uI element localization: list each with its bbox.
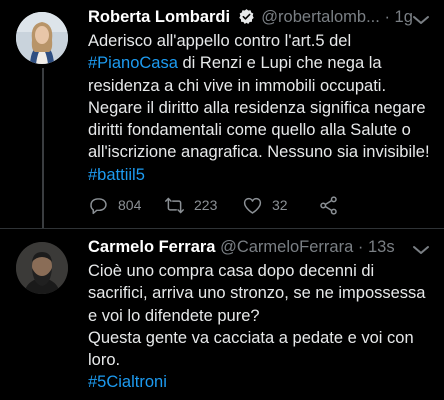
tweet-text-part: Aderisco all'appello contro l'art.5 del [88,32,352,50]
hashtag-link[interactable]: #5Cialtroni [88,371,430,393]
avatar[interactable] [16,12,68,64]
avatar-image [16,242,68,294]
tweet-text: Aderisco all'appello contro l'art.5 del … [88,30,430,186]
separator-dot: · [357,238,364,256]
separator-dot: · [384,8,390,26]
avatar-image [16,12,68,64]
hashtag-link[interactable]: #battiil5 [88,166,145,184]
tweet-actions: 804 223 32 [88,192,428,218]
avatar[interactable] [16,242,68,294]
tweet-roberta-lombardi[interactable]: Roberta Lombardi @robertalomb... · 1g Ad… [0,0,444,228]
tweet-text-line: Questa gente va cacciata a pedate e voi … [88,328,414,370]
like-button[interactable]: 32 [242,192,288,218]
hashtag-link[interactable]: #PianoCasa [88,54,178,72]
tweet-carmelo-ferrara[interactable]: Carmelo Ferrara @CarmeloFerrara · 13s Ci… [0,228,444,400]
more-options-icon[interactable] [410,242,432,256]
user-handle[interactable]: @CarmeloFerrara [220,238,353,256]
like-count: 32 [272,197,288,213]
tweet-header: Roberta Lombardi @robertalomb... · 1g [88,6,428,28]
share-icon [320,195,337,215]
user-handle[interactable]: @robertalomb... [261,8,380,26]
heart-icon [243,197,262,214]
reply-button[interactable]: 804 [88,192,141,218]
timestamp[interactable]: 13s [368,238,395,256]
tweet-text: Cioè uno compra casa dopo decenni di sac… [88,260,430,394]
retweet-button[interactable]: 223 [164,192,217,218]
display-name[interactable]: Roberta Lombardi [88,8,230,26]
display-name[interactable]: Carmelo Ferrara [88,238,215,256]
verified-badge-icon [238,9,254,24]
tweet-text-line: Cioè uno compra casa dopo decenni di sac… [88,262,426,325]
reply-icon [90,197,107,214]
reply-count: 804 [118,197,142,213]
retweet-count: 223 [194,197,218,213]
retweet-icon [165,197,184,213]
tweet-header: Carmelo Ferrara @CarmeloFerrara · 13s [88,236,428,258]
share-button[interactable] [318,192,348,218]
more-options-icon[interactable] [410,12,432,26]
